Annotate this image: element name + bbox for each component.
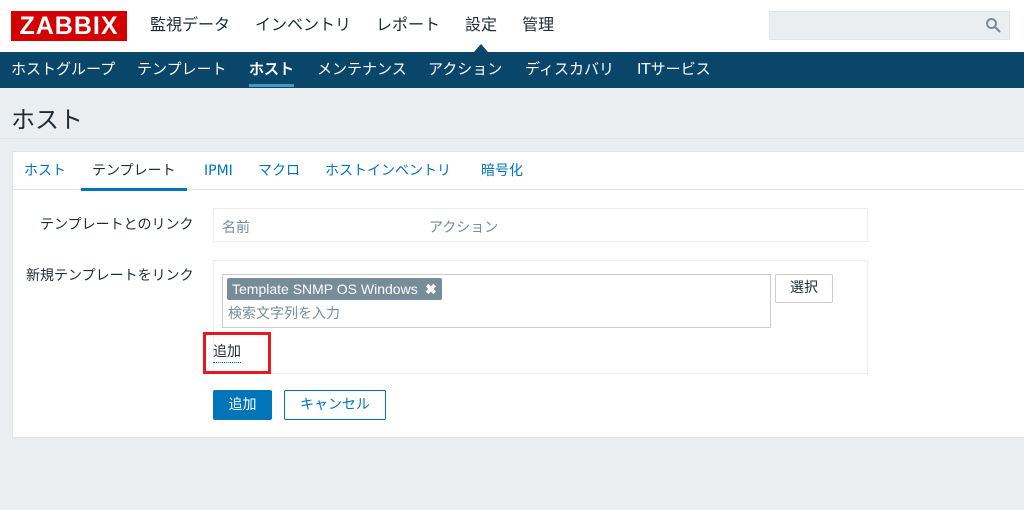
highlight-box: 追加 xyxy=(203,332,271,374)
submenu-discovery[interactable]: ディスカバリ xyxy=(525,52,614,88)
submenu-it-services[interactable]: ITサービス xyxy=(637,52,711,88)
menu-administration[interactable]: 管理 xyxy=(522,0,554,52)
search-icon[interactable] xyxy=(985,17,1001,33)
new-link-label: 新規テンプレートをリンク xyxy=(26,268,194,284)
add-link[interactable]: 追加 xyxy=(213,342,241,363)
column-name: 名前 xyxy=(222,220,250,236)
column-action: アクション xyxy=(429,220,499,236)
template-search-input[interactable] xyxy=(228,303,758,325)
divider xyxy=(0,138,1024,139)
tab-encryption[interactable]: 暗号化 xyxy=(481,152,523,190)
selected-template-name: Template SNMP OS Windows xyxy=(232,281,418,297)
linked-templates-table: 名前 アクション xyxy=(213,208,868,242)
host-form-panel: ホスト テンプレート IPMI マクロ ホストインベントリ 暗号化 テンプレート… xyxy=(12,151,1024,438)
submenu-maintenance[interactable]: メンテナンス xyxy=(317,52,407,88)
submenu-host-groups[interactable]: ホストグループ xyxy=(11,52,115,88)
selected-template-chip: Template SNMP OS Windows ✖ xyxy=(227,278,442,300)
submenu-templates[interactable]: テンプレート xyxy=(137,52,227,88)
tab-host-inventory[interactable]: ホストインベントリ xyxy=(325,152,451,190)
menu-configuration[interactable]: 設定 xyxy=(465,0,497,52)
page-title: ホスト xyxy=(11,106,83,134)
global-search xyxy=(769,11,1010,40)
add-button[interactable]: 追加 xyxy=(213,390,272,420)
menu-monitoring[interactable]: 監視データ xyxy=(150,0,230,52)
tab-macros[interactable]: マクロ xyxy=(258,152,300,190)
menu-reports[interactable]: レポート xyxy=(376,0,440,52)
zabbix-logo[interactable]: ZABBIX xyxy=(11,11,127,41)
submenu-hosts[interactable]: ホスト xyxy=(249,52,295,88)
linked-templates-label: テンプレートとのリンク xyxy=(40,217,194,233)
remove-icon[interactable]: ✖ xyxy=(425,278,437,300)
main-menu: 監視データ インベントリ レポート 設定 管理 xyxy=(150,0,579,52)
submenu-actions[interactable]: アクション xyxy=(428,52,502,88)
new-template-link-box: Template SNMP OS Windows ✖ 選択 追加 xyxy=(203,260,868,374)
search-input[interactable] xyxy=(770,12,980,39)
tab-host[interactable]: ホスト xyxy=(24,152,66,190)
tab-templates[interactable]: テンプレート xyxy=(81,152,187,191)
top-header: ZABBIX 監視データ インベントリ レポート 設定 管理 xyxy=(0,0,1024,52)
tab-ipmi[interactable]: IPMI xyxy=(204,152,233,190)
menu-inventory[interactable]: インベントリ xyxy=(255,0,351,52)
template-multiselect[interactable]: Template SNMP OS Windows ✖ xyxy=(222,274,771,328)
sub-menu: ホストグループ テンプレート ホスト メンテナンス アクション ディスカバリ I… xyxy=(0,52,1024,88)
select-button[interactable]: 選択 xyxy=(775,274,833,303)
cancel-button[interactable]: キャンセル xyxy=(284,390,386,420)
form-tabs: ホスト テンプレート IPMI マクロ ホストインベントリ 暗号化 xyxy=(13,152,1024,191)
